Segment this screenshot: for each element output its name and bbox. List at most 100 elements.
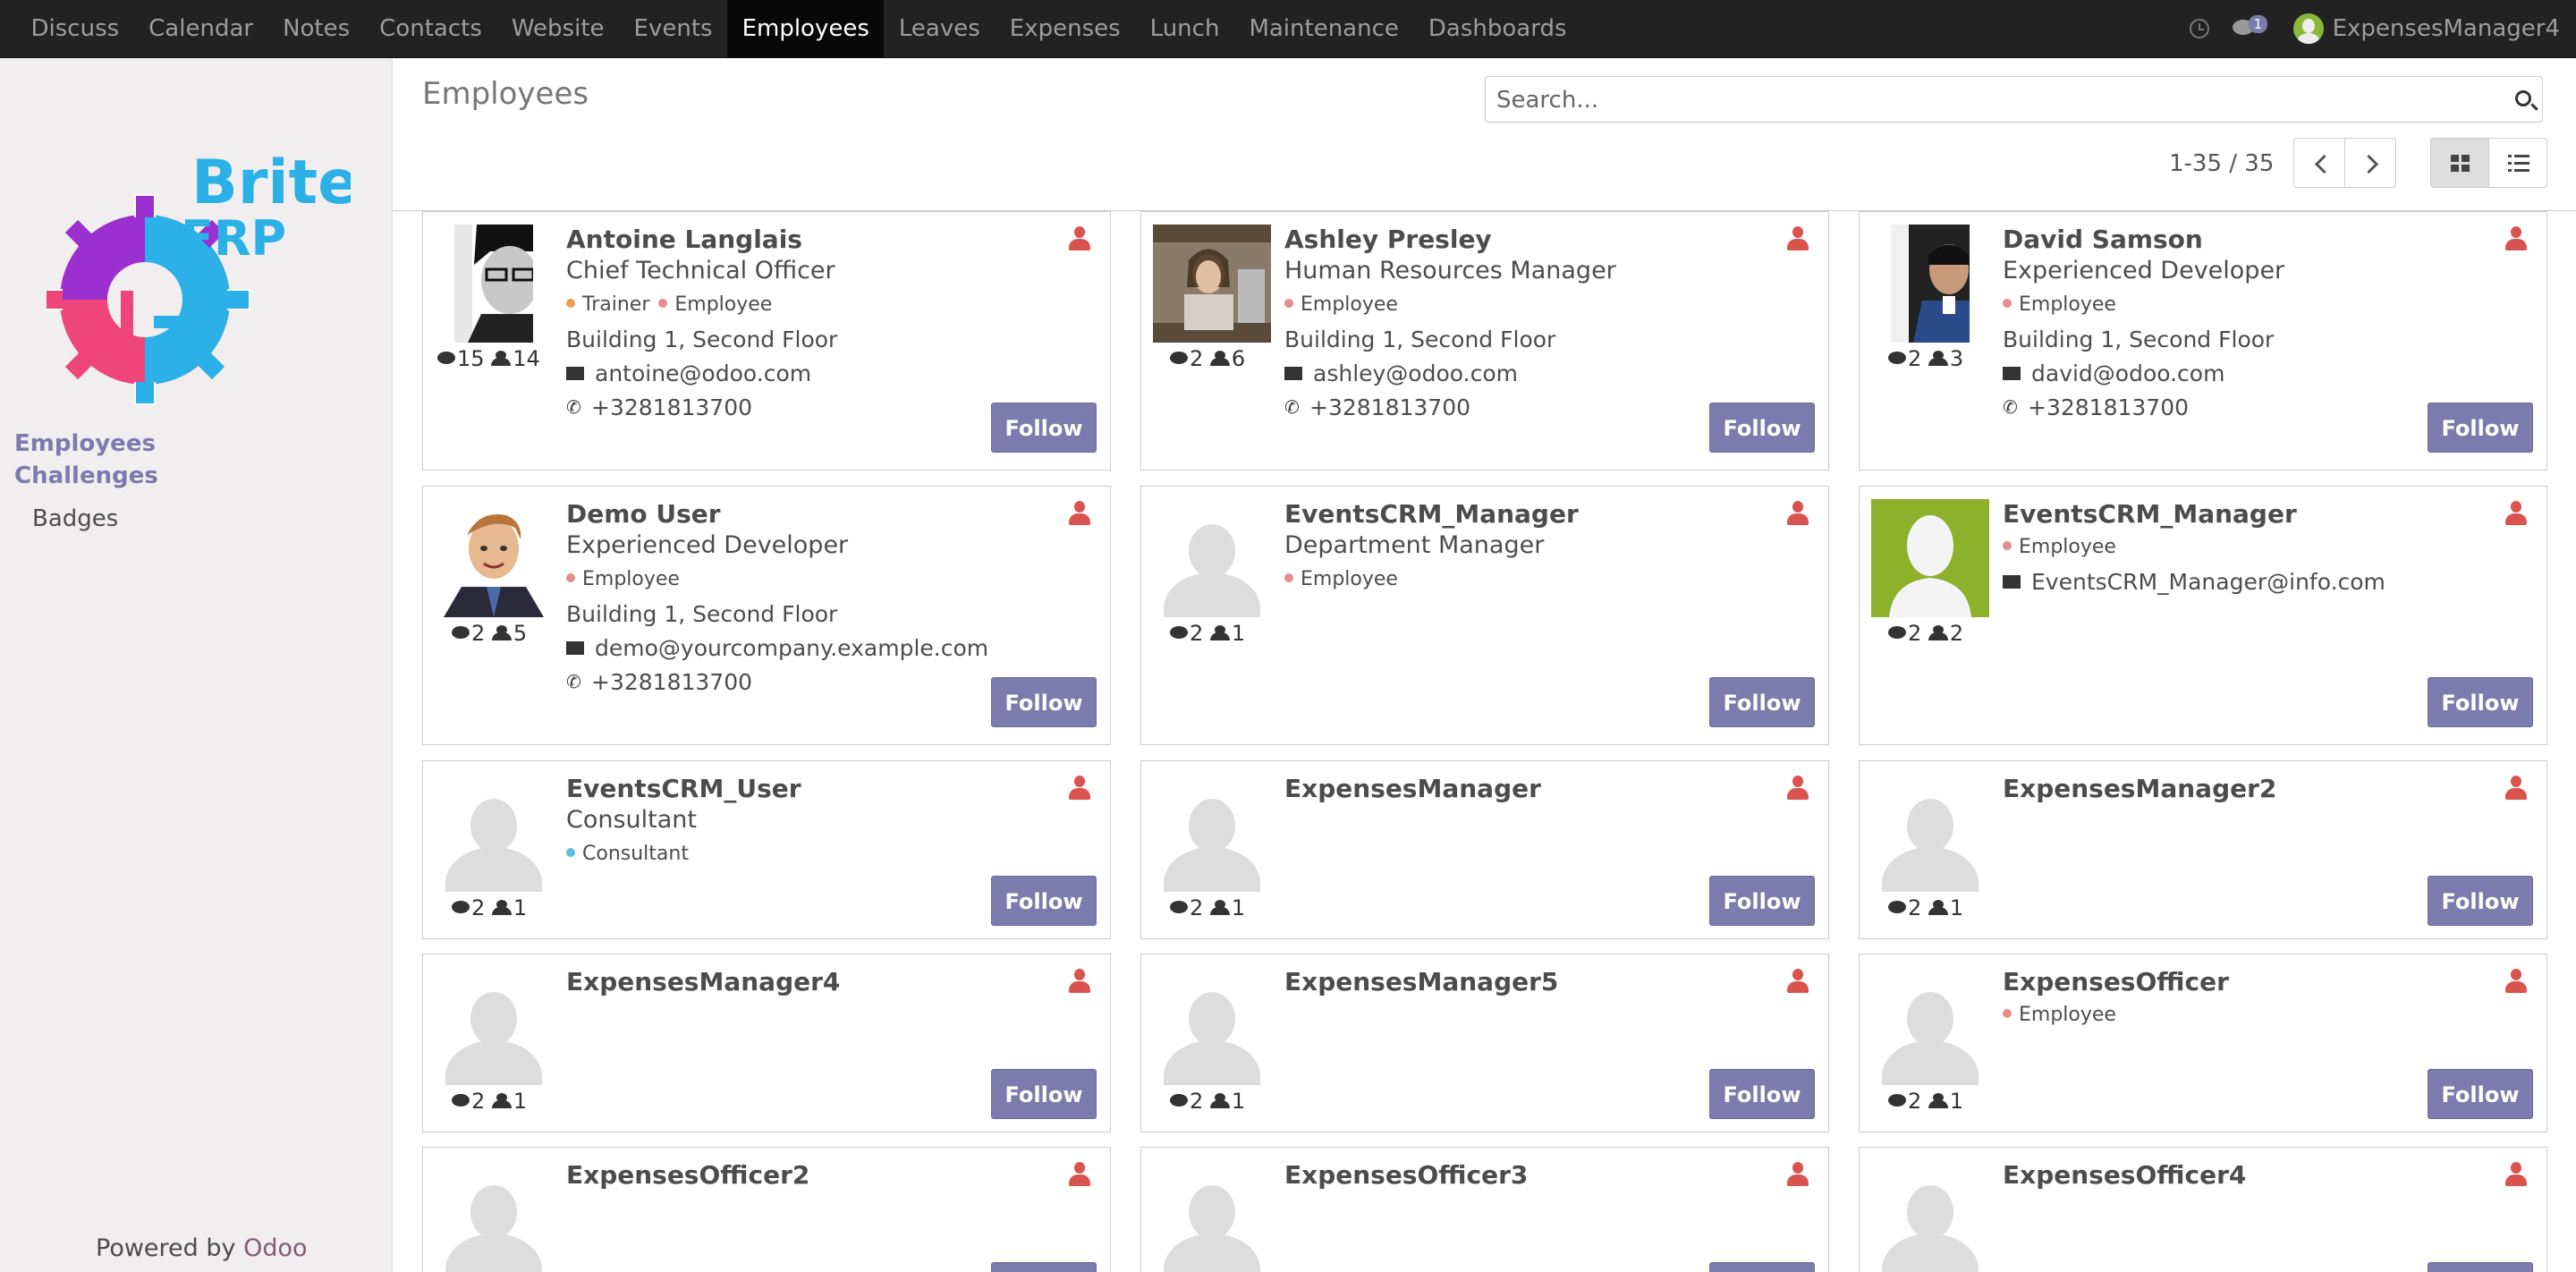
menu-item-employees[interactable]: Employees: [727, 0, 885, 57]
follow-button[interactable]: Follow: [1709, 1262, 1815, 1272]
employee-card[interactable]: 2 1 ExpensesOfficer Employee Follow: [1859, 954, 2547, 1132]
employee-photo[interactable]: [435, 774, 553, 892]
employee-name[interactable]: ExpensesManager2: [2003, 774, 2511, 804]
employee-photo[interactable]: [435, 499, 553, 617]
pager-value[interactable]: 1-35 / 35: [2169, 150, 2274, 177]
employee-card[interactable]: ExpensesOfficer4 Follow: [1859, 1147, 2547, 1272]
search-box[interactable]: [1485, 76, 2543, 123]
menu-item-contacts[interactable]: Contacts: [365, 0, 497, 57]
search-input[interactable]: [1495, 84, 2482, 116]
messaging-menu[interactable]: 1: [2231, 15, 2270, 42]
menu-item-expenses[interactable]: Expenses: [995, 0, 1135, 57]
employee-card[interactable]: 2 1 ExpensesManager2 Follow: [1859, 760, 2547, 939]
follow-button[interactable]: Follow: [2428, 876, 2533, 926]
employee-name[interactable]: ExpensesManager4: [566, 967, 1074, 997]
employee-card[interactable]: 2 3 David Samson Experienced Developer Empl…: [1859, 211, 2547, 471]
sidebar-item-badges[interactable]: Badges: [32, 505, 118, 532]
employee-photo[interactable]: [1871, 1160, 1989, 1272]
employee-photo[interactable]: [1153, 225, 1271, 343]
employee-photo[interactable]: [1153, 967, 1271, 1085]
activity-clock-icon[interactable]: [2189, 19, 2209, 38]
employee-photo[interactable]: [1153, 1160, 1271, 1272]
employee-name[interactable]: Antoine Langlais: [566, 225, 1074, 255]
menu-item-discuss[interactable]: Discuss: [16, 0, 134, 57]
employee-stats: 2 2: [1888, 621, 1963, 646]
odoo-link[interactable]: Odoo: [243, 1234, 307, 1262]
message-count: 2: [1908, 621, 1922, 646]
employee-email[interactable]: antoine@odoo.com: [595, 360, 811, 386]
logo-text-erp: ERP: [181, 210, 286, 267]
kanban-view-button[interactable]: [2430, 138, 2489, 188]
follow-button[interactable]: Follow: [2428, 1069, 2533, 1119]
employee-card[interactable]: 15 14 Antoine Langlais Chief Technical Off…: [422, 211, 1111, 471]
employee-job-title: Human Resources Manager: [1284, 257, 1616, 284]
employee-photo[interactable]: [454, 225, 533, 343]
follow-button[interactable]: Follow: [1709, 677, 1815, 727]
sidebar-item-challenges[interactable]: Challenges: [14, 462, 158, 489]
follow-button[interactable]: Follow: [1709, 876, 1815, 926]
employee-stats: 15 14: [437, 346, 540, 371]
employee-email[interactable]: david@odoo.com: [2031, 360, 2224, 386]
employee-card[interactable]: 2 1 ExpensesManager5 Follow: [1140, 954, 1829, 1132]
sidebar-item-employees[interactable]: Employees: [14, 430, 156, 457]
menu-item-dashboards[interactable]: Dashboards: [1413, 0, 1581, 57]
follow-button[interactable]: Follow: [991, 677, 1097, 727]
menu-item-notes[interactable]: Notes: [268, 0, 365, 57]
employee-photo[interactable]: [1871, 967, 1989, 1085]
pager-next-button[interactable]: [2344, 138, 2396, 188]
employee-name[interactable]: ExpensesManager: [1284, 774, 1792, 804]
search-icon[interactable]: [2515, 90, 2531, 106]
user-status-icon: [2505, 969, 2527, 994]
employee-name[interactable]: ExpensesOfficer4: [2003, 1160, 2511, 1191]
employee-email[interactable]: demo@yourcompany.example.com: [595, 635, 988, 661]
employee-photo[interactable]: [435, 1160, 553, 1272]
employee-photo[interactable]: [1871, 774, 1989, 892]
employee-email[interactable]: ashley@odoo.com: [1313, 360, 1518, 386]
employee-name[interactable]: EventsCRM_User: [566, 774, 1074, 804]
menu-item-maintenance[interactable]: Maintenance: [1234, 0, 1413, 57]
follow-button[interactable]: Follow: [2428, 677, 2533, 727]
follow-button[interactable]: Follow: [1709, 403, 1815, 453]
employee-photo[interactable]: [1153, 499, 1271, 617]
employee-card[interactable]: ExpensesOfficer2 Follow: [422, 1147, 1111, 1272]
follow-button[interactable]: Follow: [991, 403, 1097, 453]
menu-item-leaves[interactable]: Leaves: [884, 0, 995, 57]
user-avatar[interactable]: [2292, 13, 2324, 44]
employee-card[interactable]: 2 6 Ashley Presley Human Resources Manager…: [1140, 211, 1829, 471]
pager-previous-button[interactable]: [2293, 138, 2345, 188]
employee-name[interactable]: ExpensesOfficer2: [566, 1160, 1074, 1191]
employee-photo[interactable]: [435, 967, 553, 1085]
follow-button[interactable]: Follow: [991, 876, 1097, 926]
employee-card[interactable]: 2 1 ExpensesManager Follow: [1140, 760, 1829, 939]
employee-card[interactable]: 2 1 EventsCRM_User Consultant Consultant Fol…: [422, 760, 1111, 939]
employee-photo[interactable]: [1891, 225, 1970, 343]
employee-name[interactable]: Demo User: [566, 499, 1074, 530]
employee-name[interactable]: EventsCRM_Manager: [1284, 499, 1792, 530]
employee-email[interactable]: EventsCRM_Manager@info.com: [2031, 569, 2385, 595]
employee-name[interactable]: ExpensesOfficer: [2003, 967, 2511, 997]
employee-card[interactable]: 2 2 EventsCRM_Manager Employee EventsCRM_Ma…: [1859, 486, 2547, 745]
employee-photo[interactable]: [1153, 774, 1271, 892]
menu-item-lunch[interactable]: Lunch: [1135, 0, 1234, 57]
follow-button[interactable]: Follow: [991, 1069, 1097, 1119]
employee-card[interactable]: 2 5 Demo User Experienced Developer Employe…: [422, 486, 1111, 745]
follow-button[interactable]: Follow: [2428, 1262, 2533, 1272]
menu-item-calendar[interactable]: Calendar: [134, 0, 268, 57]
follow-button[interactable]: Follow: [1709, 1069, 1815, 1119]
employee-name[interactable]: Ashley Presley: [1284, 225, 1792, 255]
employee-name[interactable]: ExpensesManager5: [1284, 967, 1792, 997]
employee-card[interactable]: 2 1 ExpensesManager4 Follow: [422, 954, 1111, 1132]
employee-card[interactable]: 2 1 EventsCRM_Manager Department Manager Em…: [1140, 486, 1829, 745]
follow-button[interactable]: Follow: [2428, 403, 2533, 453]
follow-button[interactable]: Follow: [991, 1262, 1097, 1272]
list-view-button[interactable]: [2488, 138, 2547, 188]
employee-name[interactable]: David Samson: [2003, 225, 2511, 255]
employee-name[interactable]: EventsCRM_Manager: [2003, 499, 2511, 530]
employee-stats: 2 3: [1888, 346, 1963, 371]
employee-name[interactable]: ExpensesOfficer3: [1284, 1160, 1792, 1191]
menu-item-website[interactable]: Website: [496, 0, 619, 57]
employee-photo[interactable]: [1871, 499, 1989, 617]
user-menu-name[interactable]: ExpensesManager4: [2333, 15, 2560, 42]
menu-item-events[interactable]: Events: [619, 0, 727, 57]
employee-card[interactable]: ExpensesOfficer3 Follow: [1140, 1147, 1829, 1272]
